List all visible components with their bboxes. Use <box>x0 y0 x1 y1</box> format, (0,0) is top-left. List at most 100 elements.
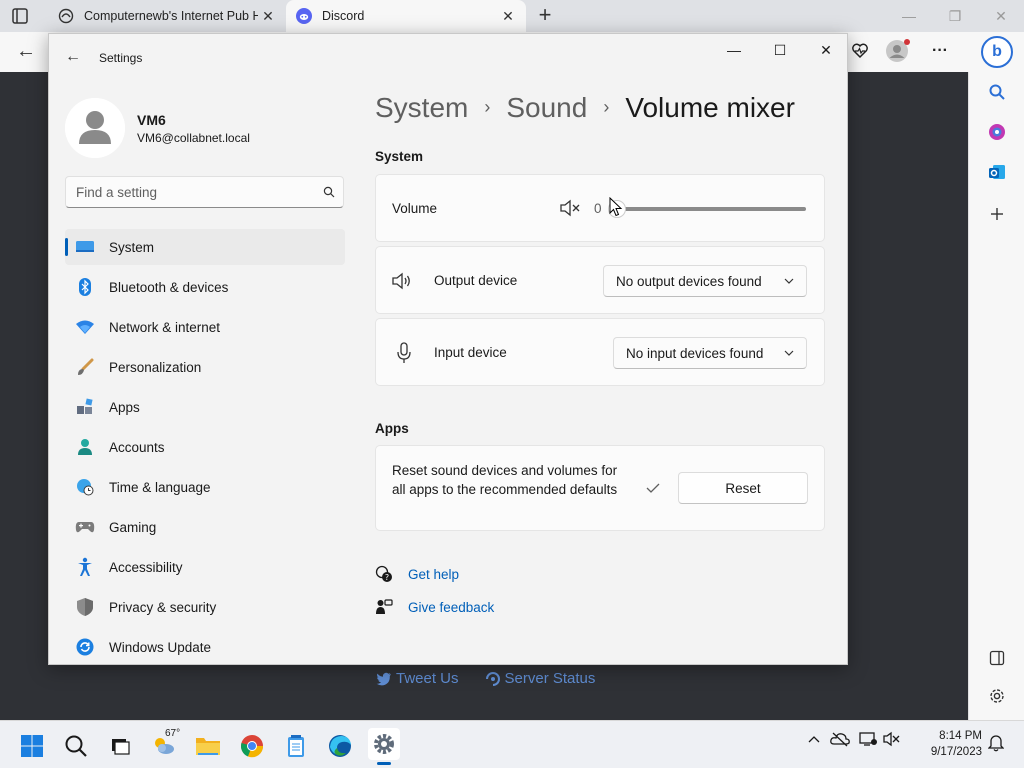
chevron-down-icon <box>784 278 794 284</box>
microphone-icon <box>396 342 412 369</box>
settings-nav: System Bluetooth & devices Network & int… <box>65 229 345 664</box>
edge-sidebar <box>968 72 1024 720</box>
network-icon[interactable] <box>856 731 880 747</box>
edge-browser-icon[interactable] <box>324 730 356 762</box>
gamepad-icon <box>75 517 95 537</box>
system-icon <box>75 237 95 257</box>
output-device-card: Output device No output devices found <box>375 246 825 314</box>
clock-date: 9/17/2023 <box>930 746 982 758</box>
input-device-dropdown[interactable]: No input devices found <box>613 337 807 369</box>
system-tray <box>804 731 904 747</box>
add-sidebar-app-icon[interactable] <box>985 202 1009 226</box>
reset-button[interactable]: Reset <box>678 472 808 504</box>
notepad-icon[interactable] <box>280 730 312 762</box>
notification-bell-icon[interactable] <box>987 734 1005 757</box>
weather-temperature: 67° <box>165 728 181 739</box>
user-email: VM6@collabnet.local <box>137 130 250 145</box>
chevron-right-icon: › <box>484 97 491 117</box>
settings-and-more-button[interactable]: ··· <box>920 42 960 60</box>
file-explorer-icon[interactable] <box>192 730 224 762</box>
nav-item-time-language[interactable]: Time & language <box>65 469 345 505</box>
onedrive-offline-icon[interactable] <box>824 731 856 747</box>
show-hidden-icons-chevron-up-icon[interactable] <box>804 735 824 743</box>
health-extension-icon[interactable] <box>846 37 874 65</box>
volume-value: 0 <box>594 201 602 216</box>
browser-close-button[interactable]: ✕ <box>978 0 1024 32</box>
mute-toggle-icon[interactable] <box>560 199 584 219</box>
settings-window-title: Settings <box>99 51 143 65</box>
nav-item-accounts[interactable]: Accounts <box>65 429 345 465</box>
tweet-us-link[interactable]: Tweet Us <box>376 670 459 687</box>
start-button-windows-icon[interactable] <box>16 730 48 762</box>
user-avatar <box>65 98 125 158</box>
settings-window-controls: — ☐ ✕ <box>711 34 847 66</box>
wifi-icon <box>75 317 95 337</box>
browser-back-button[interactable]: ← <box>16 40 36 63</box>
settings-minimize-button[interactable]: — <box>711 34 757 66</box>
tab-close-icon[interactable]: ✕ <box>258 8 278 25</box>
system-section-heading: System <box>375 149 424 164</box>
chevron-down-icon <box>784 350 794 356</box>
nav-item-windows-update[interactable]: Windows Update <box>65 629 345 664</box>
sidebar-settings-gear-icon[interactable] <box>985 684 1009 708</box>
task-view-icon[interactable] <box>104 730 136 762</box>
find-setting-input[interactable]: Find a setting <box>65 176 344 208</box>
tab-close-icon[interactable]: ✕ <box>498 8 518 25</box>
give-feedback-link[interactable]: Give feedback <box>375 598 494 616</box>
bluetooth-icon <box>75 277 95 297</box>
nav-item-network[interactable]: Network & internet <box>65 309 345 345</box>
reset-description: Reset sound devices and volumes for all … <box>392 463 618 497</box>
settings-close-button[interactable]: ✕ <box>803 34 847 66</box>
settings-maximize-button[interactable]: ☐ <box>757 34 803 66</box>
svg-text:?: ? <box>385 573 389 582</box>
new-tab-button[interactable]: + <box>534 4 556 28</box>
copilot-icon[interactable]: b <box>981 36 1013 68</box>
breadcrumb-sound[interactable]: Sound <box>506 92 587 124</box>
browser-restore-button[interactable]: ❐ <box>932 0 978 32</box>
nav-item-accessibility[interactable]: Accessibility <box>65 549 345 585</box>
user-profile[interactable]: VM6 VM6@collabnet.local <box>65 98 250 158</box>
taskbar-clock[interactable]: 8:14 PM 9/17/2023 <box>920 728 982 760</box>
settings-app-icon[interactable] <box>368 728 400 765</box>
nav-item-personalization[interactable]: Personalization <box>65 349 345 385</box>
chrome-icon[interactable] <box>236 730 268 762</box>
input-device-label: Input device <box>434 345 507 360</box>
taskbar-search-icon[interactable] <box>60 730 92 762</box>
split-screen-icon[interactable] <box>985 646 1009 670</box>
speaker-icon <box>392 271 414 296</box>
output-device-dropdown[interactable]: No output devices found <box>603 265 807 297</box>
brush-icon <box>75 357 95 377</box>
volume-label: Volume <box>392 201 438 216</box>
browser-tab-pub-hub[interactable]: Computernewb's Internet Pub Hub ✕ <box>48 0 286 32</box>
get-help-link[interactable]: ? Get help <box>375 565 459 583</box>
breadcrumb-system[interactable]: System <box>375 92 468 124</box>
search-placeholder: Find a setting <box>76 184 158 200</box>
globe-clock-icon <box>75 477 95 497</box>
browser-tab-discord[interactable]: Discord ✕ <box>286 0 526 32</box>
person-icon <box>75 437 95 457</box>
update-icon <box>75 637 95 657</box>
office-icon[interactable] <box>985 120 1009 144</box>
outlook-icon[interactable] <box>985 160 1009 184</box>
profile-avatar[interactable] <box>874 37 920 65</box>
tab-actions-icon[interactable] <box>10 6 38 26</box>
server-status-link[interactable]: Server Status <box>485 670 595 687</box>
settings-back-button[interactable]: ← <box>65 48 81 66</box>
apps-icon <box>75 397 95 417</box>
profile-notification-dot <box>904 39 910 45</box>
search-icon[interactable] <box>985 80 1009 104</box>
search-icon[interactable] <box>315 186 343 198</box>
accessibility-icon <box>75 557 95 577</box>
browser-minimize-button[interactable]: — <box>886 0 932 32</box>
checkmark-icon <box>646 481 660 499</box>
nav-item-system[interactable]: System <box>65 229 345 265</box>
volume-muted-icon[interactable] <box>880 731 904 747</box>
nav-item-gaming[interactable]: Gaming <box>65 509 345 545</box>
volume-card: Volume 0 <box>375 174 825 242</box>
nav-item-privacy-security[interactable]: Privacy & security <box>65 589 345 625</box>
input-device-card: Input device No input devices found <box>375 318 825 386</box>
nav-item-apps[interactable]: Apps <box>65 389 345 425</box>
volume-slider-track[interactable] <box>624 207 806 211</box>
browser-toolbar-right: ··· <box>846 36 960 66</box>
nav-item-bluetooth[interactable]: Bluetooth & devices <box>65 269 345 305</box>
